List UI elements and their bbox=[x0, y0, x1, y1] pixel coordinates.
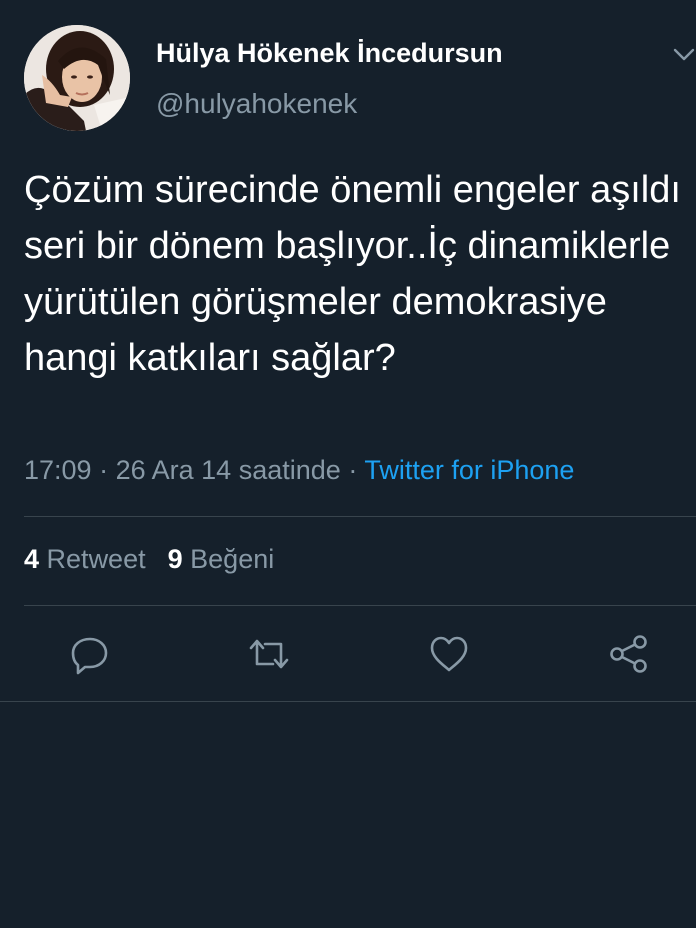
chevron-down-icon[interactable] bbox=[672, 42, 696, 66]
meta-separator: · bbox=[99, 455, 109, 485]
tweet-date: 26 Ara 14 saatinde bbox=[115, 455, 341, 485]
heart-icon[interactable] bbox=[427, 632, 471, 676]
tweet-source-link[interactable]: Twitter for iPhone bbox=[364, 455, 574, 485]
divider bbox=[24, 605, 696, 606]
divider bbox=[0, 701, 696, 702]
display-name[interactable]: Hülya Hökenek İncedursun bbox=[156, 38, 503, 69]
meta-separator: · bbox=[348, 455, 358, 485]
retweets-stat[interactable]: 4 Retweet bbox=[24, 544, 146, 574]
retweet-count: 4 bbox=[24, 544, 40, 574]
tweet-stats: 4 Retweet 9 Beğeni bbox=[24, 544, 274, 575]
share-icon[interactable] bbox=[607, 632, 651, 676]
likes-stat[interactable]: 9 Beğeni bbox=[168, 544, 275, 574]
user-handle[interactable]: @hulyahokenek bbox=[156, 88, 357, 120]
retweet-label: Retweet bbox=[46, 544, 146, 574]
reply-icon[interactable] bbox=[68, 632, 112, 676]
divider bbox=[24, 516, 696, 517]
retweet-icon[interactable] bbox=[247, 632, 291, 676]
like-count: 9 bbox=[167, 544, 183, 574]
tweet-text: Çözüm sürecinde önemli engeler aşıldı se… bbox=[24, 169, 681, 379]
tweet-meta: 17:09 · 26 Ara 14 saatinde · Twitter for… bbox=[24, 455, 574, 486]
like-label: Beğeni bbox=[190, 544, 275, 574]
tweet-time: 17:09 bbox=[24, 455, 92, 485]
avatar[interactable] bbox=[24, 25, 130, 131]
